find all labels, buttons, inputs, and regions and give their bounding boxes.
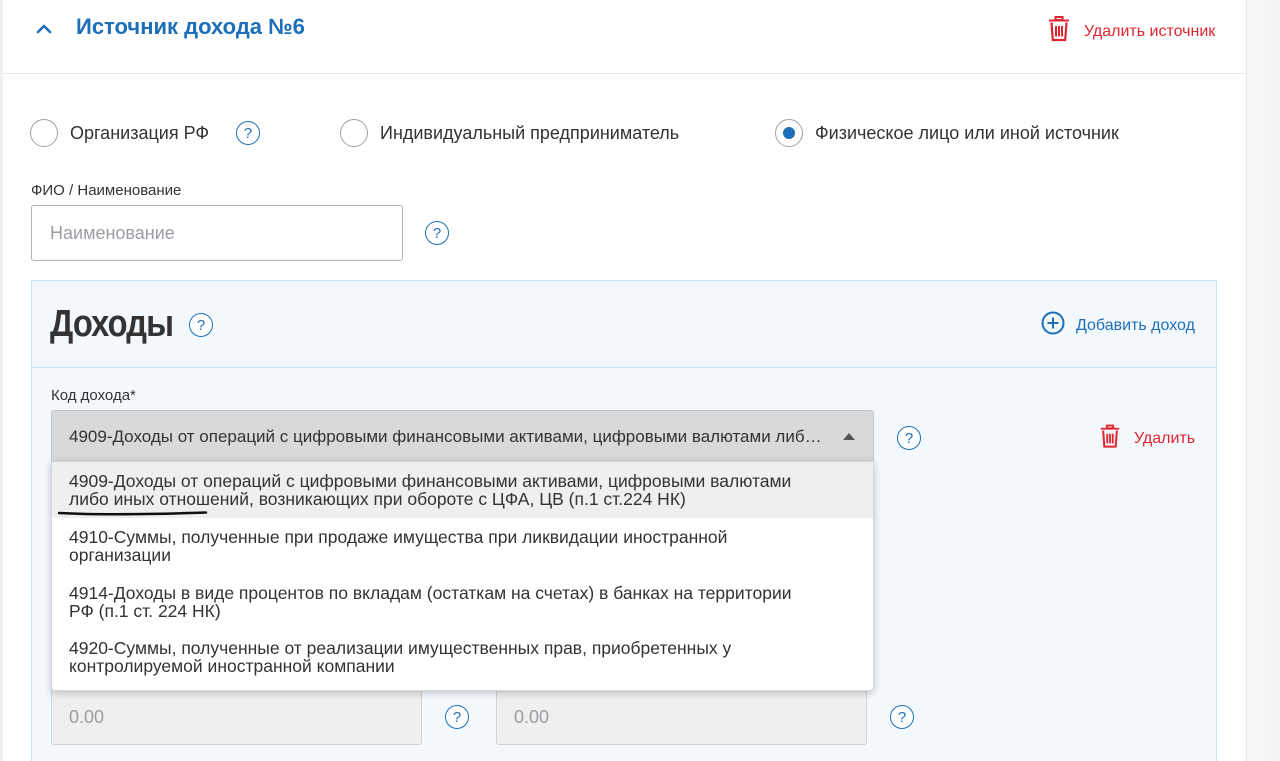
name-input[interactable] — [31, 205, 403, 261]
radio-circle[interactable] — [340, 119, 368, 147]
radio-individual-other[interactable]: Физическое лицо или иной источник — [775, 119, 1119, 147]
dropdown-option[interactable]: 4910-Суммы, полученные при продаже имуще… — [52, 518, 873, 574]
option-line: 4914-Доходы в виде процентов по вкладам … — [69, 583, 792, 603]
option-line: 4910-Суммы, полученные при продаже имуще… — [69, 527, 728, 547]
radio-label: Физическое лицо или иной источник — [815, 122, 1119, 143]
radio-circle[interactable] — [30, 119, 58, 147]
delete-income-button[interactable]: Удалить — [1099, 424, 1195, 454]
help-icon[interactable]: ? — [890, 705, 914, 729]
income-code-label: Код дохода* — [51, 387, 136, 404]
option-line: 4920-Суммы, полученные от реализации иму… — [69, 638, 732, 658]
radio-individual-entrepreneur[interactable]: Индивидуальный предприниматель — [340, 119, 679, 147]
incomes-title: Доходы — [50, 303, 174, 345]
option-line: 4909-Доходы от операций с цифровыми фина… — [69, 471, 792, 491]
help-icon[interactable]: ? — [445, 705, 469, 729]
delete-source-button[interactable]: Удалить источник — [1047, 16, 1215, 47]
delete-source-label: Удалить источник — [1084, 22, 1216, 40]
header-divider — [3, 73, 1246, 74]
section-title: Источник дохода №6 — [76, 14, 305, 39]
radio-circle-selected[interactable] — [775, 119, 803, 147]
delete-income-label: Удалить — [1134, 430, 1196, 447]
help-icon[interactable]: ? — [897, 426, 921, 450]
option-line: либо иных отношений, возникающих при обо… — [69, 489, 686, 509]
page-scroll-gutter — [1246, 0, 1280, 761]
trash-icon — [1047, 16, 1071, 47]
add-income-button[interactable]: Добавить доход — [1041, 311, 1195, 340]
amount-value: 0.00 — [69, 706, 105, 727]
radio-label: Организация РФ — [70, 122, 210, 143]
option-line: контролируемой иностранной компании — [69, 656, 395, 676]
amount-input[interactable]: 0.00 — [51, 689, 422, 745]
radio-organization[interactable]: Организация РФ — [30, 119, 209, 147]
add-income-label: Добавить доход — [1076, 316, 1195, 334]
income-code-selected-value: 4909-Доходы от операций с цифровыми фина… — [69, 427, 827, 446]
help-icon[interactable]: ? — [189, 313, 213, 337]
option-line: РФ (п.1 ст. 224 НК) — [69, 601, 221, 621]
help-icon[interactable]: ? — [236, 121, 260, 145]
amount-value: 0.00 — [514, 706, 550, 727]
help-icon[interactable]: ? — [425, 221, 449, 245]
name-field-label: ФИО / Наименование — [31, 182, 182, 199]
divider — [32, 367, 1216, 368]
option-line: организации — [69, 545, 171, 565]
radio-label: Индивидуальный предприниматель — [380, 122, 680, 143]
dropdown-option[interactable]: 4914-Доходы в виде процентов по вкладам … — [52, 574, 873, 630]
income-code-select[interactable]: 4909-Доходы от операций с цифровыми фина… — [51, 410, 874, 464]
chevron-up-icon[interactable] — [33, 18, 55, 40]
caret-up-icon — [843, 433, 855, 440]
plus-circle-icon — [1041, 311, 1065, 340]
dropdown-option[interactable]: 4920-Суммы, полученные от реализации иму… — [52, 630, 873, 690]
amount-input[interactable]: 0.00 — [496, 689, 867, 745]
handwritten-underline — [58, 511, 208, 516]
income-code-dropdown: 4909-Доходы от операций с цифровыми фина… — [51, 461, 874, 691]
trash-icon — [1099, 424, 1121, 454]
